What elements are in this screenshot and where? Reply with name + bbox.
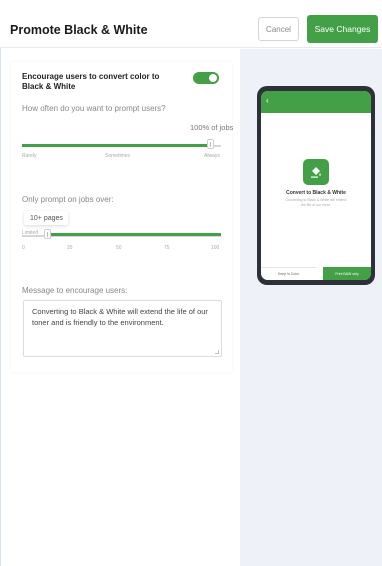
encourage-toggle-label: Encourage users to convert color to Blac… bbox=[22, 72, 160, 91]
paint-bucket-icon bbox=[303, 159, 329, 185]
preview-print-bw-button: Print B&W only bbox=[323, 267, 371, 280]
frequency-track-fill bbox=[22, 144, 208, 147]
frequency-question: How often do you want to prompt users? bbox=[22, 104, 166, 113]
min-pages-tick-0: 0 bbox=[22, 245, 25, 251]
min-pages-slider-thumb[interactable] bbox=[44, 229, 51, 239]
preview-keep-color-button: Keep in Color bbox=[261, 267, 316, 280]
cancel-button[interactable]: Cancel bbox=[258, 17, 299, 41]
message-text: Converting to Black & White will extend … bbox=[32, 307, 208, 327]
preview-title: Convert to Black & White bbox=[286, 190, 346, 196]
frequency-tick-always: Always bbox=[204, 153, 220, 159]
min-pages-tick-50: 50 bbox=[116, 245, 122, 251]
min-pages-question: Only prompt on jobs over: bbox=[22, 195, 114, 204]
frequency-slider-thumb[interactable] bbox=[207, 139, 214, 149]
encourage-toggle[interactable] bbox=[193, 72, 219, 84]
phone-app-bar: ‹ bbox=[261, 91, 371, 113]
min-pages-tick-75: 75 bbox=[164, 245, 170, 251]
left-border bbox=[0, 0, 1, 566]
save-changes-button[interactable]: Save Changes bbox=[307, 15, 378, 43]
phone-preview: ‹ Convert to Black & White Converting to… bbox=[257, 86, 375, 285]
resize-handle-icon[interactable] bbox=[215, 350, 219, 354]
page-title: Promote Black & White bbox=[10, 23, 148, 37]
frequency-tick-rarely: Rarely bbox=[22, 153, 37, 159]
message-label: Message to encourage users: bbox=[22, 286, 128, 295]
min-pages-value: 10+ pages bbox=[24, 211, 68, 225]
page-header: Promote Black & White Cancel Save Change… bbox=[0, 0, 382, 48]
toggle-knob bbox=[209, 74, 217, 82]
chevron-left-icon: ‹ bbox=[266, 96, 269, 105]
frequency-value: 100% of jobs bbox=[190, 123, 234, 132]
min-pages-tick-25: 25 bbox=[67, 245, 73, 251]
phone-screen: ‹ Convert to Black & White Converting to… bbox=[261, 91, 371, 280]
min-pages-tick-100: 100 bbox=[211, 245, 220, 251]
frequency-tick-sometimes: Sometimes bbox=[105, 153, 131, 159]
message-textarea[interactable]: Converting to Black & White will extend … bbox=[23, 300, 222, 357]
preview-description: Converting to Black & White will extend … bbox=[285, 198, 347, 207]
min-pages-track-fill bbox=[47, 233, 221, 236]
